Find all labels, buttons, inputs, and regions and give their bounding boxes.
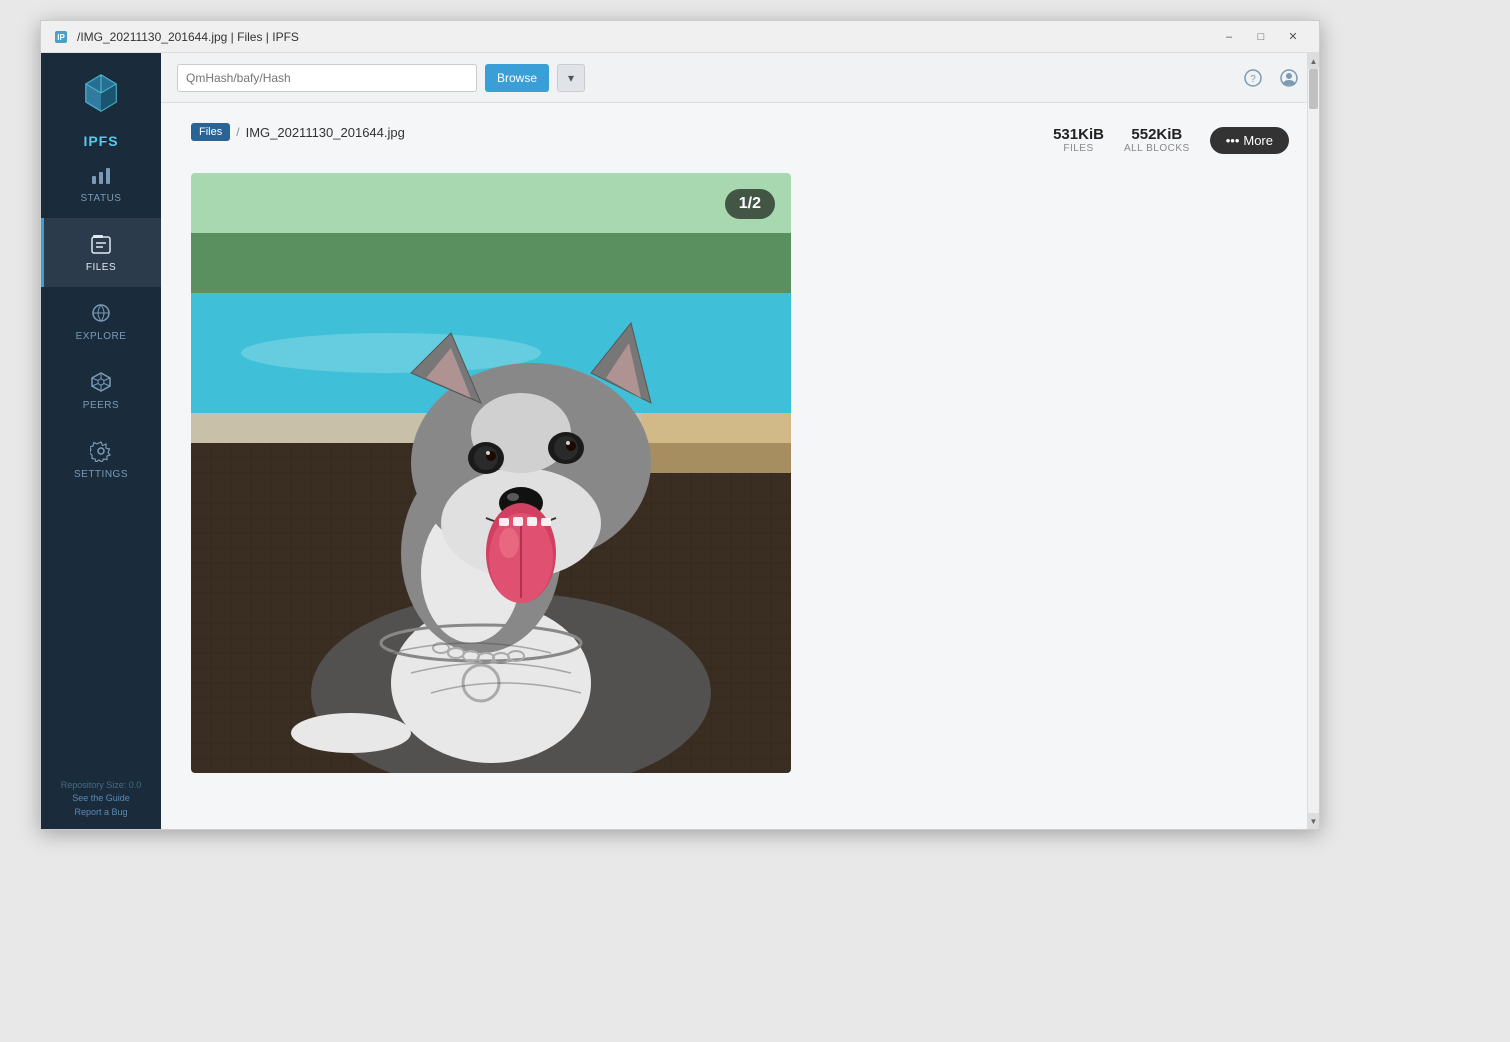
dog-photo-svg xyxy=(191,173,791,773)
sidebar: IPFS STATUS xyxy=(41,53,161,829)
settings-label: SETTINGS xyxy=(74,469,128,480)
titlebar: IP /IMG_20211130_201644.jpg | Files | IP… xyxy=(41,21,1319,53)
scroll-down-button[interactable]: ▼ xyxy=(1308,813,1319,829)
help-button[interactable]: ? xyxy=(1239,64,1267,92)
sidebar-nav: STATUS FILES xyxy=(41,149,161,769)
titlebar-left: IP /IMG_20211130_201644.jpg | Files | IP… xyxy=(53,29,299,45)
files-label: FILES xyxy=(86,262,116,273)
explore-icon xyxy=(89,301,113,325)
user-icon xyxy=(1280,69,1298,87)
window-controls: – □ ✕ xyxy=(1215,27,1307,47)
secondary-button[interactable]: ▾ xyxy=(557,64,585,92)
settings-icon xyxy=(89,439,113,463)
sidebar-item-explore[interactable]: EXPLORE xyxy=(41,287,161,356)
help-icon: ? xyxy=(1244,69,1262,87)
peers-label: PEERS xyxy=(83,400,119,411)
minimize-button[interactable]: – xyxy=(1215,27,1243,47)
scroll-track xyxy=(1308,69,1319,813)
sidebar-item-peers[interactable]: PEERS xyxy=(41,356,161,425)
files-size-stat: 531KiB FILES xyxy=(1053,126,1104,154)
scroll-up-button[interactable]: ▲ xyxy=(1308,53,1319,69)
breadcrumb-files-button[interactable]: Files xyxy=(191,123,230,141)
explore-label: EXPLORE xyxy=(76,331,127,342)
main-content: Files / IMG_20211130_201644.jpg 531KiB F… xyxy=(161,103,1319,829)
app-name-label: IPFS xyxy=(83,133,118,149)
ellipsis-icon: ••• xyxy=(1226,133,1240,148)
app-window: IP /IMG_20211130_201644.jpg | Files | IP… xyxy=(40,20,1320,830)
image-preview xyxy=(191,173,791,773)
svg-text:?: ? xyxy=(1250,74,1256,85)
app-logo xyxy=(71,63,131,123)
status-icon xyxy=(89,163,113,187)
maximize-button[interactable]: □ xyxy=(1247,27,1275,47)
search-input[interactable] xyxy=(177,64,477,92)
user-button[interactable] xyxy=(1275,64,1303,92)
all-blocks-label: ALL BLOCKS xyxy=(1124,143,1190,154)
topbar: Browse ▾ ? xyxy=(161,53,1319,103)
more-label: More xyxy=(1243,133,1273,148)
window-title: /IMG_20211130_201644.jpg | Files | IPFS xyxy=(77,30,299,44)
scroll-thumb[interactable] xyxy=(1309,69,1318,109)
sidebar-item-files[interactable]: FILES xyxy=(41,218,161,287)
image-preview-container: 1/2 xyxy=(191,173,791,773)
breadcrumb-separator: / xyxy=(236,125,239,139)
all-blocks-stat: 552KiB ALL BLOCKS xyxy=(1124,126,1190,154)
files-size-value: 531KiB xyxy=(1053,126,1104,143)
ipfs-logo-icon xyxy=(73,65,129,121)
files-size-label: FILES xyxy=(1053,143,1104,154)
breadcrumb-current: IMG_20211130_201644.jpg xyxy=(246,125,405,140)
content-area: Browse ▾ ? xyxy=(161,53,1319,829)
more-button[interactable]: ••• More xyxy=(1210,127,1289,154)
window-scrollbar[interactable]: ▲ ▼ xyxy=(1307,53,1319,829)
footer-line2[interactable]: See the Guide xyxy=(61,792,142,806)
app-body: IPFS STATUS xyxy=(41,53,1319,829)
browse-button[interactable]: Browse xyxy=(485,64,549,92)
sidebar-item-settings[interactable]: SETTINGS xyxy=(41,425,161,494)
all-blocks-value: 552KiB xyxy=(1124,126,1190,143)
footer-line1: Repository Size: 0.0 xyxy=(61,779,142,793)
svg-text:IP: IP xyxy=(57,33,65,42)
footer-line3[interactable]: Report a Bug xyxy=(61,806,142,820)
sidebar-item-status[interactable]: STATUS xyxy=(41,149,161,218)
close-button[interactable]: ✕ xyxy=(1279,27,1307,47)
sidebar-footer: Repository Size: 0.0 See the Guide Repor… xyxy=(51,769,152,830)
peers-icon xyxy=(89,370,113,394)
titlebar-app-icon: IP xyxy=(53,29,69,45)
image-counter: 1/2 xyxy=(725,189,775,219)
breadcrumb: Files / IMG_20211130_201644.jpg xyxy=(191,123,405,141)
active-indicator xyxy=(41,218,44,287)
files-icon xyxy=(89,232,113,256)
status-label: STATUS xyxy=(81,193,122,204)
